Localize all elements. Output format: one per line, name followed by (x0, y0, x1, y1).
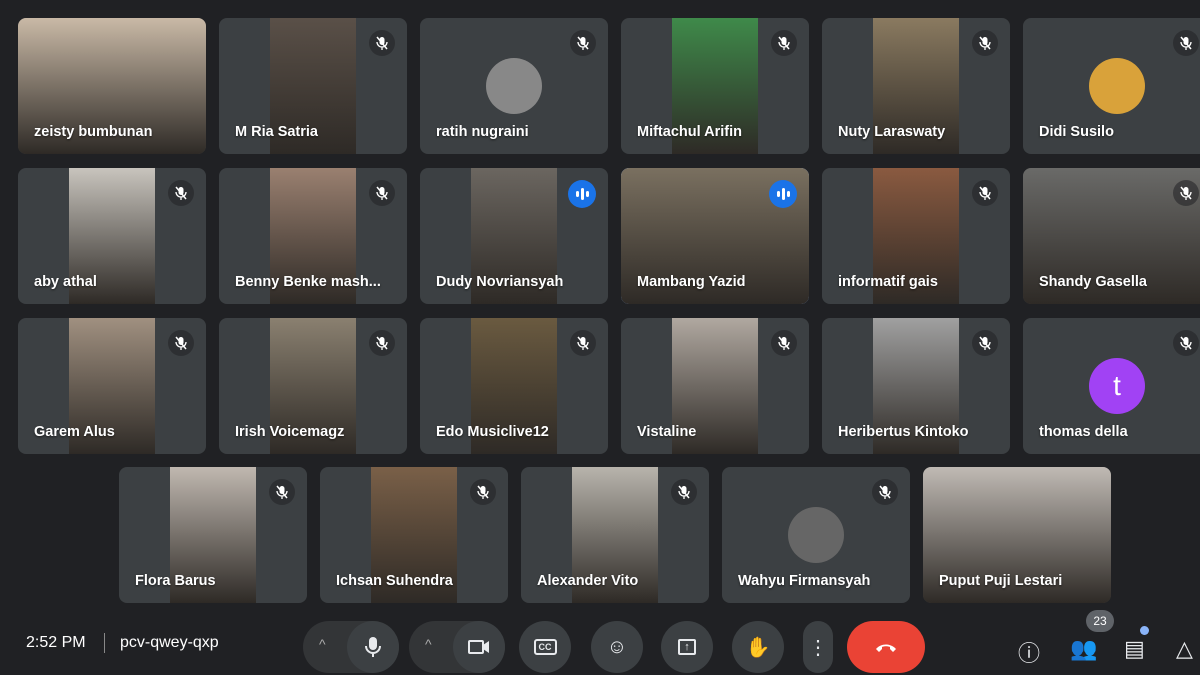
more-options-button[interactable]: ⋮ (803, 621, 833, 673)
people-icon[interactable]: 👥 (1070, 636, 1097, 662)
participant-name: Puput Puji Lestari (939, 573, 1063, 589)
emoji-icon: ☺ (606, 635, 628, 658)
participant-tile[interactable]: ratih nugraini (420, 18, 608, 154)
participant-name: Ichsan Suhendra (336, 573, 453, 589)
participant-tile[interactable]: M Ria Satria (219, 18, 407, 154)
avatar (1089, 58, 1145, 114)
participant-tile[interactable]: t thomas della (1023, 318, 1200, 454)
mic-off-icon (771, 330, 797, 356)
camera-button[interactable] (453, 621, 505, 673)
avatar: t (1089, 358, 1145, 414)
mic-off-icon (771, 30, 797, 56)
participant-tile[interactable]: Dudy Novriansyah (420, 168, 608, 304)
present-button[interactable]: ↑ (661, 621, 713, 673)
participant-name: Shandy Gasella (1039, 274, 1147, 290)
participant-tile[interactable]: Didi Susilo (1023, 18, 1200, 154)
mic-off-icon (872, 479, 898, 505)
participant-tile[interactable]: Alexander Vito (521, 467, 709, 603)
mic-off-icon (671, 479, 697, 505)
activities-icon[interactable]: △ (1176, 636, 1193, 662)
participant-tile[interactable]: Benny Benke mash... (219, 168, 407, 304)
speaking-indicator-icon (769, 180, 797, 208)
end-call-icon (876, 644, 896, 652)
mic-off-icon (972, 30, 998, 56)
participant-tile[interactable]: Mambang Yazid (621, 168, 809, 304)
mic-off-icon (972, 180, 998, 206)
participant-name: Alexander Vito (537, 573, 639, 589)
more-vert-icon: ⋮ (808, 636, 828, 659)
participant-name: Miftachul Arifin (637, 124, 742, 140)
raise-hand-icon: ✋ (745, 636, 771, 659)
microphone-icon (365, 637, 381, 657)
participant-tile[interactable]: zeisty bumbunan (18, 18, 206, 154)
participant-tile[interactable]: aby athal (18, 168, 206, 304)
participant-name: Didi Susilo (1039, 124, 1114, 140)
participant-tile[interactable]: Edo Musiclive12 (420, 318, 608, 454)
mic-off-icon (470, 479, 496, 505)
participant-tile[interactable]: Shandy Gasella (1023, 168, 1200, 304)
mic-off-icon (369, 330, 395, 356)
chat-icon[interactable]: ▤ (1124, 636, 1145, 662)
participant-name: Wahyu Firmansyah (738, 573, 871, 589)
mic-off-icon (1173, 30, 1199, 56)
participant-name: M Ria Satria (235, 124, 318, 140)
participant-name: Dudy Novriansyah (436, 274, 564, 290)
meeting-code[interactable]: pcv-qwey-qxp (120, 634, 219, 652)
avatar (788, 507, 844, 563)
mic-off-icon (972, 330, 998, 356)
chat-notification-dot (1140, 626, 1149, 635)
mic-off-icon (369, 180, 395, 206)
chevron-up-icon: ^ (425, 636, 432, 652)
divider (104, 633, 105, 653)
mic-off-icon (1173, 330, 1199, 356)
participant-name: ratih nugraini (436, 124, 529, 140)
captions-button[interactable]: CC (519, 621, 571, 673)
participant-tile[interactable]: informatif gais (822, 168, 1010, 304)
participant-tile[interactable]: Nuty Laraswaty (822, 18, 1010, 154)
participant-name: thomas della (1039, 424, 1128, 440)
info-icon[interactable]: ⓘ (1018, 636, 1040, 668)
mic-off-icon (1173, 180, 1199, 206)
mic-off-icon (570, 30, 596, 56)
avatar (486, 58, 542, 114)
participant-name: Benny Benke mash... (235, 274, 381, 290)
participant-name: Irish Voicemagz (235, 424, 345, 440)
participant-name: Edo Musiclive12 (436, 424, 549, 440)
end-call-button[interactable] (847, 621, 925, 673)
participant-tile[interactable]: Heribertus Kintoko (822, 318, 1010, 454)
mic-off-icon (570, 330, 596, 356)
participant-name: Mambang Yazid (637, 274, 746, 290)
participant-name: Garem Alus (34, 424, 115, 440)
camera-icon (468, 640, 489, 654)
bottom-bar: 2:52 PM pcv-qwey-qxp ^ ^ CC ☺ ↑ ✋ ⋮ ⓘ 👥 … (0, 605, 1200, 675)
microphone-button[interactable] (347, 621, 399, 673)
raise-hand-button[interactable]: ✋ (732, 621, 784, 673)
participant-tile[interactable]: Ichsan Suhendra (320, 467, 508, 603)
emoji-button[interactable]: ☺ (591, 621, 643, 673)
participant-tile[interactable]: Miftachul Arifin (621, 18, 809, 154)
captions-icon: CC (533, 639, 557, 655)
mic-off-icon (369, 30, 395, 56)
participant-name: informatif gais (838, 274, 938, 290)
participant-name: aby athal (34, 274, 97, 290)
participant-name: Heribertus Kintoko (838, 424, 969, 440)
participant-tile[interactable]: Garem Alus (18, 318, 206, 454)
participant-tile[interactable]: Vistaline (621, 318, 809, 454)
participant-name: Flora Barus (135, 573, 216, 589)
participant-tile[interactable]: Flora Barus (119, 467, 307, 603)
participant-tile[interactable]: Irish Voicemagz (219, 318, 407, 454)
participant-count-badge: 23 (1086, 610, 1114, 632)
present-icon: ↑ (678, 639, 696, 655)
participant-name: Vistaline (637, 424, 697, 440)
mic-off-icon (168, 330, 194, 356)
speaking-indicator-icon (568, 180, 596, 208)
mic-off-icon (269, 479, 295, 505)
chevron-up-icon: ^ (319, 636, 326, 652)
participant-tile[interactable]: Puput Puji Lestari (923, 467, 1111, 603)
participant-tile[interactable]: Wahyu Firmansyah (722, 467, 910, 603)
clock: 2:52 PM (26, 634, 86, 651)
participant-name: zeisty bumbunan (34, 124, 153, 140)
mic-off-icon (168, 180, 194, 206)
participant-name: Nuty Laraswaty (838, 124, 946, 140)
